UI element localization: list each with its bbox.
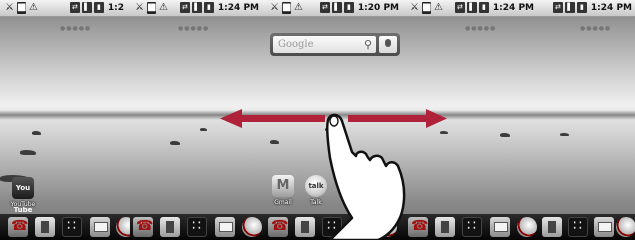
left-arrow [220, 109, 325, 128]
hand-pointer-icon [325, 113, 406, 240]
swipe-gesture-overlay [220, 109, 447, 240]
right-arrow [348, 109, 447, 128]
